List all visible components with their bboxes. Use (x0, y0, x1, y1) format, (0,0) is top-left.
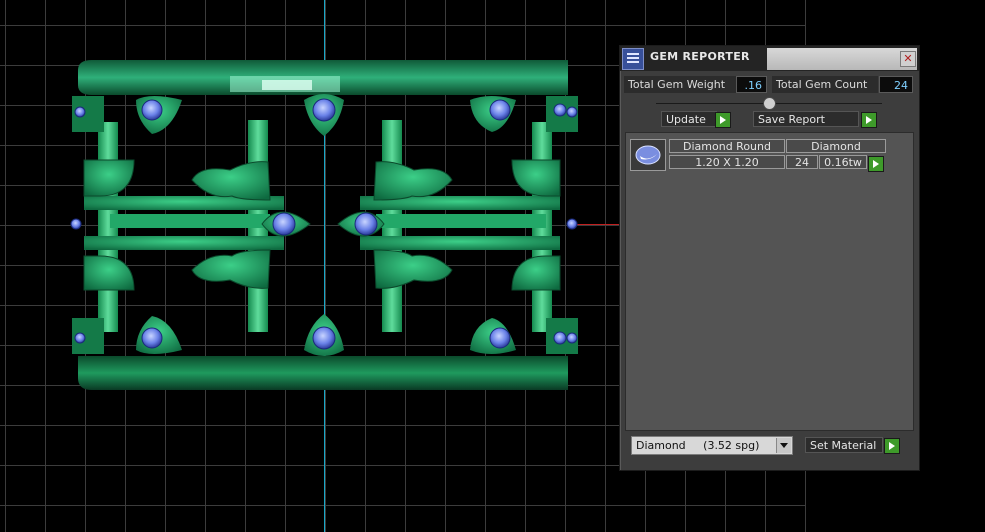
slider-handle[interactable] (763, 97, 776, 110)
total-gem-count-value: 24 (879, 76, 913, 93)
update-go-icon[interactable] (715, 112, 731, 128)
gem-shape-cell: Diamond Round (669, 139, 785, 153)
material-select-value: Diamond (3.52 spg) (636, 439, 760, 452)
total-gem-weight-label: Total Gem Weight (624, 76, 736, 93)
material-select[interactable]: Diamond (3.52 spg) (631, 436, 793, 455)
close-icon[interactable]: ✕ (900, 51, 916, 67)
center-bars (84, 196, 560, 250)
save-report-button[interactable]: Save Report (753, 111, 859, 127)
panel-titlebar[interactable]: GEM REPORTER ✕ (620, 46, 919, 71)
gem-weight-cell: 0.16tw (819, 155, 867, 169)
diamond-thumbnail-icon[interactable] (630, 139, 666, 171)
gem-size-cell: 1.20 X 1.20 (669, 155, 785, 169)
save-report-go-icon[interactable] (861, 112, 877, 128)
report-icon (622, 48, 644, 70)
gem-type-cell: Diamond (786, 139, 886, 153)
gem-count-cell: 24 (786, 155, 818, 169)
gem-list[interactable]: Diamond Round 1.20 X 1.20 Diamond 24 0.1… (625, 132, 914, 431)
titlebar-fill (767, 48, 917, 70)
gem-reporter-panel: GEM REPORTER ✕ Total Gem Weight .16 Tota… (619, 45, 920, 471)
total-gem-count-label: Total Gem Count (772, 76, 878, 93)
total-gem-weight-value: .16 (736, 76, 767, 93)
set-material-go-icon[interactable] (884, 438, 900, 454)
bottom-band (78, 356, 568, 390)
update-button[interactable]: Update (661, 111, 717, 127)
chevron-down-icon[interactable] (776, 438, 791, 453)
panel-title: GEM REPORTER (650, 50, 750, 63)
set-material-button[interactable]: Set Material (805, 437, 883, 453)
gem-row-go-icon[interactable] (868, 156, 884, 172)
